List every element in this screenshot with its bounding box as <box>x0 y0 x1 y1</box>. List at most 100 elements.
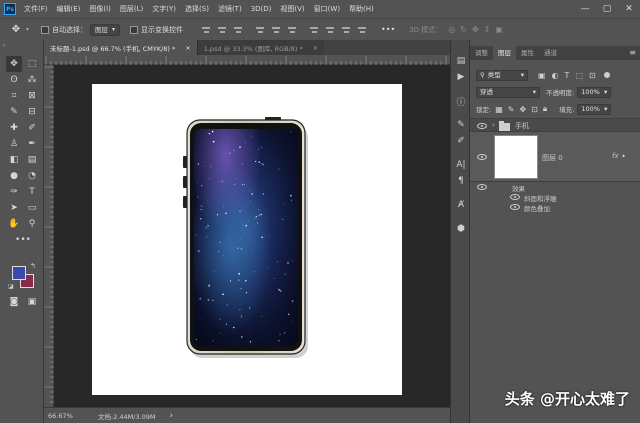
filter-type-icon[interactable]: T <box>565 71 570 80</box>
eye-icon[interactable] <box>477 123 487 129</box>
frame-tool-icon[interactable]: ⊠ <box>24 88 40 104</box>
menu-select[interactable]: 选择(S) <box>185 4 209 14</box>
tab-channels[interactable]: 通道 <box>539 46 562 60</box>
screen-mode-icon[interactable]: ▣ <box>24 294 40 310</box>
tab-document-2[interactable]: 1.psd @ 33.3% (图库, RGB/8) * × <box>196 40 325 55</box>
blend-mode-select[interactable]: 穿透 ▾ <box>476 86 540 98</box>
filter-shape-icon[interactable]: ⬚ <box>575 71 583 80</box>
filter-adjustment-icon[interactable]: ◐ <box>552 71 559 80</box>
type-tool-icon[interactable]: T <box>24 184 40 200</box>
expand-effects-icon[interactable]: ▴ <box>622 152 625 159</box>
kind-filter-select[interactable]: ⚲ 类型 ▾ <box>476 69 528 81</box>
character-icon[interactable]: A| <box>454 158 468 172</box>
history-brush-icon[interactable]: ✒ <box>24 136 40 152</box>
close-window-button[interactable]: ✕ <box>618 0 640 18</box>
eye-icon[interactable] <box>510 204 520 210</box>
eraser-icon[interactable]: ◧ <box>6 152 22 168</box>
zoom-level[interactable]: 66.67% <box>48 412 92 420</box>
fx-icon[interactable]: fx <box>612 152 619 160</box>
3d-panel-icon[interactable]: ⬢ <box>454 222 468 236</box>
lock-position-icon[interactable]: ✥ <box>519 105 526 114</box>
menu-3d[interactable]: 3D(D) <box>251 5 272 13</box>
maximize-button[interactable]: ▢ <box>596 0 618 18</box>
layer-row-image[interactable]: 图层 0 fx ▴ <box>470 132 640 182</box>
fill-input[interactable]: 100% ▾ <box>577 103 612 115</box>
distribute-right-icon[interactable] <box>341 25 351 35</box>
menu-image[interactable]: 图像(I) <box>89 4 111 14</box>
align-middle-icon[interactable] <box>271 25 281 35</box>
distribute-center-icon[interactable] <box>325 25 335 35</box>
align-top-icon[interactable] <box>255 25 265 35</box>
menu-filter[interactable]: 滤镜(T) <box>218 4 242 14</box>
effect-row-bevel[interactable]: 斜面和浮雕 <box>470 192 640 203</box>
lasso-tool-icon[interactable]: ʘ <box>6 72 22 88</box>
effect-row-color-overlay[interactable]: 颜色叠加 <box>470 202 640 213</box>
layer-row-group[interactable]: › 手机 <box>470 118 640 132</box>
clone-stamp-icon[interactable]: ♙ <box>6 136 22 152</box>
menu-type[interactable]: 文字(Y) <box>152 4 176 14</box>
status-arrow-icon[interactable]: › <box>170 411 174 421</box>
close-icon[interactable]: × <box>185 44 190 52</box>
lock-artboard-icon[interactable]: ⊡ <box>531 105 538 114</box>
distribute-spacing-icon[interactable] <box>357 25 367 35</box>
pen-tool-icon[interactable]: ✑ <box>6 184 22 200</box>
actions-icon[interactable]: ▶ <box>454 70 468 84</box>
expand-arrow-icon[interactable]: › <box>492 121 495 129</box>
document-canvas[interactable] <box>92 84 402 395</box>
align-center-icon[interactable] <box>217 25 227 35</box>
eye-icon[interactable] <box>477 184 487 190</box>
brush-tool-icon[interactable]: ✐ <box>24 120 40 136</box>
tab-layers[interactable]: 图层 <box>493 46 516 60</box>
menu-view[interactable]: 视图(V) <box>280 4 304 14</box>
tool-preset-dropdown-icon[interactable]: ▾ <box>26 26 29 33</box>
artboard-tool-icon[interactable]: ⬚ <box>24 56 40 72</box>
foreground-color-swatch[interactable] <box>12 266 26 280</box>
brushes-icon[interactable]: ✐ <box>454 134 468 148</box>
healing-brush-icon[interactable]: ✚ <box>6 120 22 136</box>
dodge-tool-icon[interactable]: ◔ <box>24 168 40 184</box>
3d-slide-icon[interactable]: ⇕ <box>484 25 491 34</box>
default-colors-icon[interactable]: ◪ <box>8 283 14 290</box>
tab-adjustments[interactable]: 调整 <box>470 46 493 60</box>
auto-select-checkbox[interactable] <box>41 25 50 34</box>
menu-file[interactable]: 文件(F) <box>24 4 48 14</box>
quick-mask-icon[interactable]: ◙ <box>6 294 22 310</box>
menu-window[interactable]: 窗口(W) <box>314 4 340 14</box>
effects-header-row[interactable]: 效果 <box>470 182 640 193</box>
move-tool-icon[interactable]: ✥ <box>6 22 26 38</box>
3d-roll-icon[interactable]: ↻ <box>460 25 467 34</box>
distribute-left-icon[interactable] <box>309 25 319 35</box>
path-selection-icon[interactable]: ➤ <box>6 200 22 216</box>
move-tool-icon[interactable]: ✥ <box>6 56 22 72</box>
blur-tool-icon[interactable]: ● <box>6 168 22 184</box>
close-icon[interactable]: × <box>313 44 318 52</box>
more-options-button[interactable]: ••• <box>381 25 395 34</box>
align-left-icon[interactable] <box>201 25 211 35</box>
opacity-input[interactable]: 100% ▾ <box>577 86 612 98</box>
filter-smart-object-icon[interactable]: ⊡ <box>589 71 596 80</box>
show-transform-checkbox[interactable] <box>130 25 139 34</box>
lock-image-icon[interactable]: ✎ <box>508 105 515 114</box>
auto-select-target-select[interactable]: 图层 ▾ <box>90 23 121 36</box>
measure-tool-icon[interactable]: ⊟ <box>24 104 40 120</box>
paragraph-icon[interactable]: ¶ <box>454 174 468 188</box>
hand-tool-icon[interactable]: ✋ <box>6 216 22 232</box>
menu-layer[interactable]: 图层(L) <box>120 4 143 14</box>
3d-pan-icon[interactable]: ✥ <box>472 25 479 34</box>
lock-all-icon[interactable]: 🔒︎ <box>543 104 547 114</box>
toolbar-collapse-icon[interactable]: « <box>2 42 6 49</box>
menu-edit[interactable]: 编辑(E) <box>57 4 81 14</box>
eye-icon[interactable] <box>477 154 487 160</box>
lock-transparent-icon[interactable]: ▦ <box>495 105 503 114</box>
swap-colors-icon[interactable]: ↰ <box>30 262 36 270</box>
edit-toolbar-icon[interactable]: ••• <box>15 232 31 248</box>
eyedropper-icon[interactable]: ✎ <box>6 104 22 120</box>
3d-orbit-icon[interactable]: ◎ <box>448 25 455 34</box>
menu-help[interactable]: 帮助(H) <box>349 4 374 14</box>
panel-menu-icon[interactable]: ≡ <box>629 46 636 60</box>
zoom-tool-icon[interactable]: ⚲ <box>24 216 40 232</box>
rectangle-tool-icon[interactable]: ▭ <box>24 200 40 216</box>
magic-wand-icon[interactable]: ⁂ <box>24 72 40 88</box>
filter-toggle-icon[interactable] <box>603 72 610 78</box>
tab-document-1[interactable]: 未标题-1.psd @ 66.7% (手机, CMYK/8) * × <box>44 40 197 55</box>
